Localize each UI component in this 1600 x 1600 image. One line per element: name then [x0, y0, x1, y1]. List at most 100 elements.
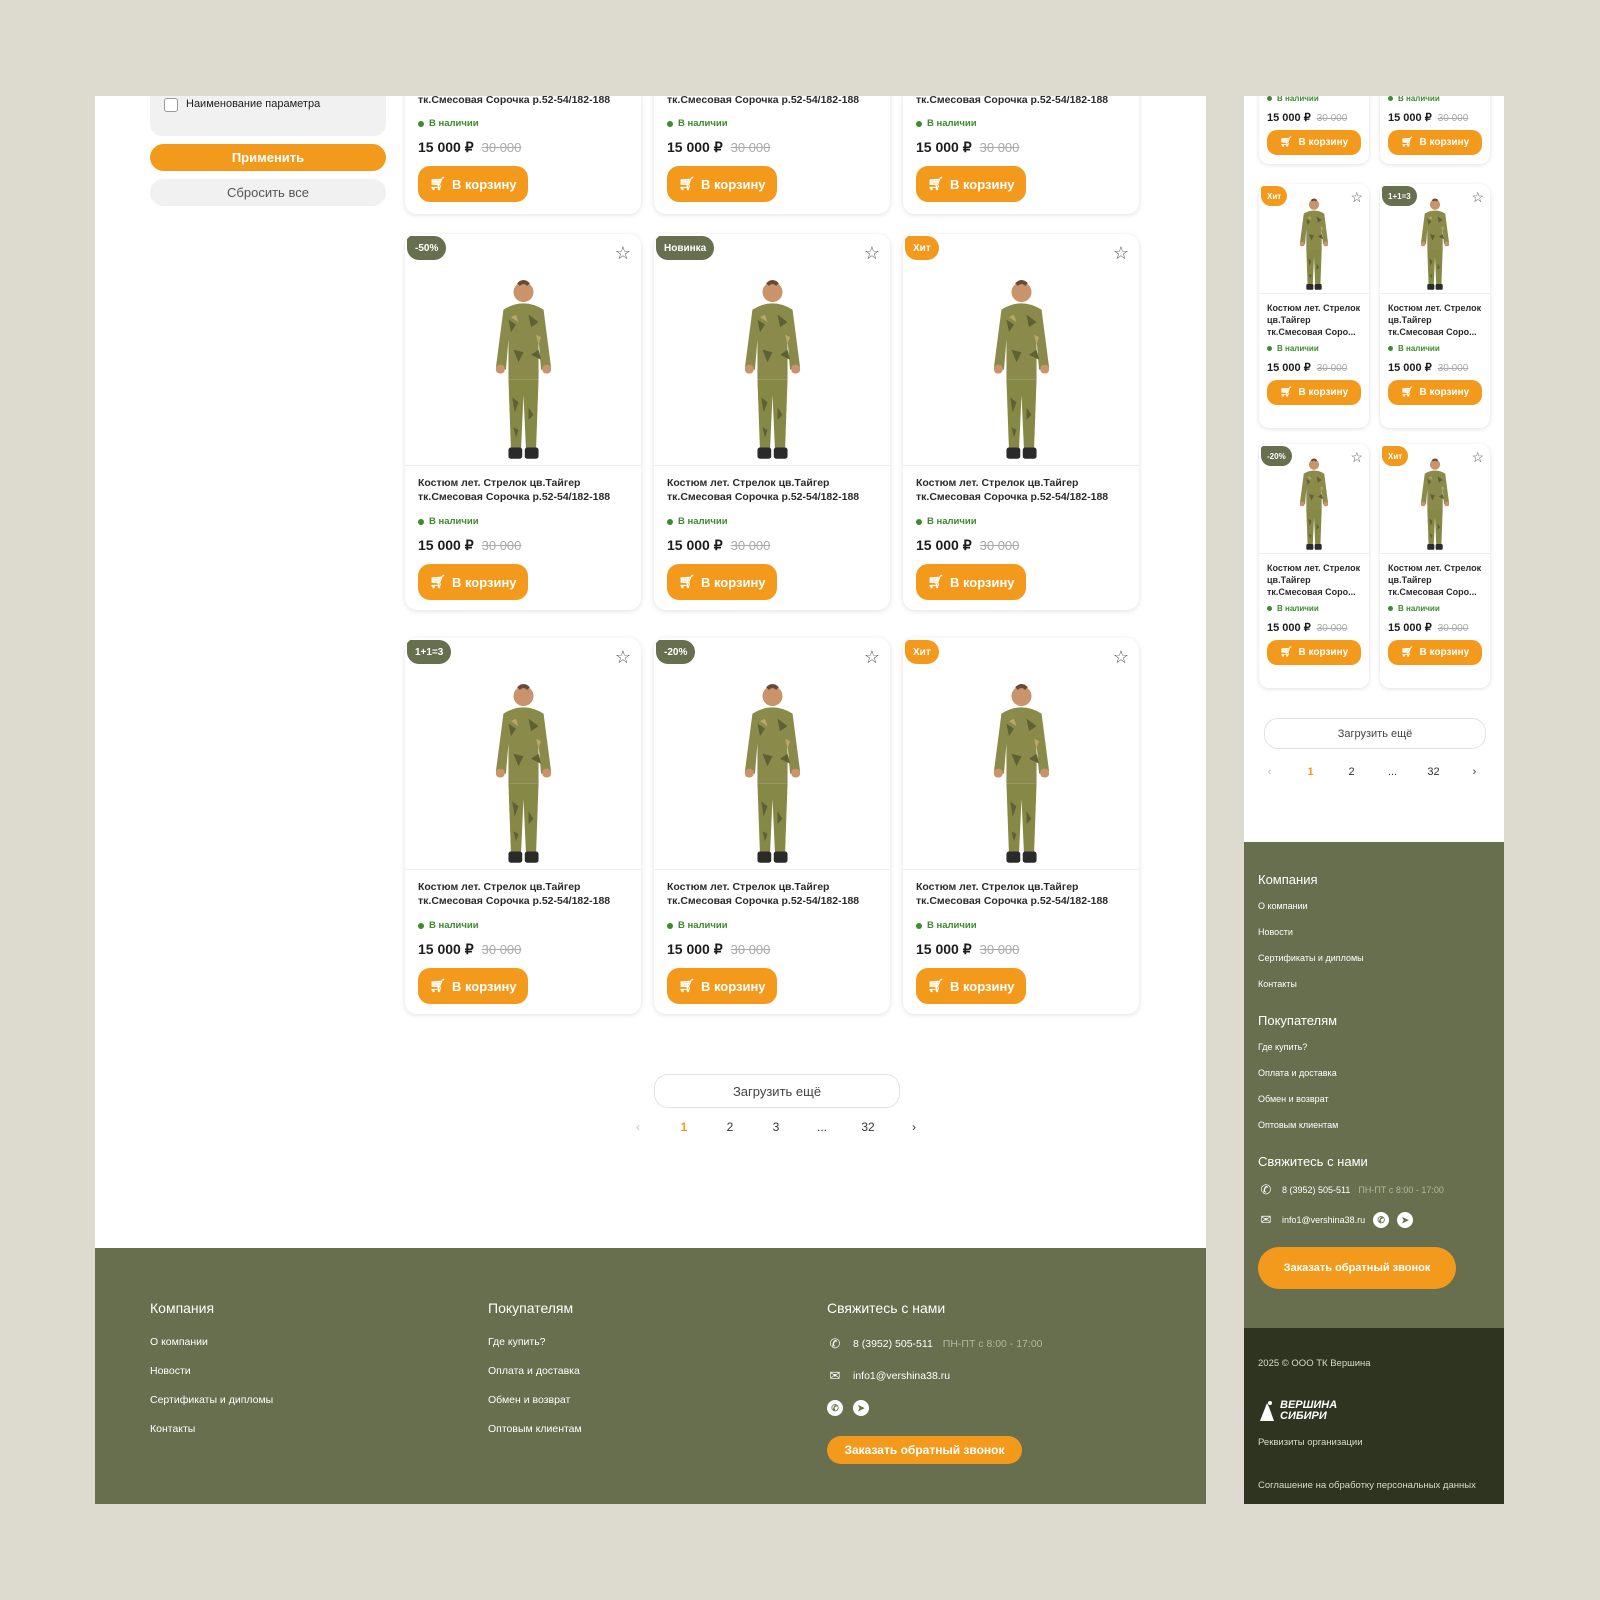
brand-logo[interactable]: ВЕРШИНА СИБИРИ [1258, 1399, 1490, 1423]
product-image-area[interactable]: Новинка ☆ [654, 234, 890, 466]
chevron-right-icon[interactable]: › [1454, 766, 1495, 778]
product-image-area[interactable]: 1+1=3 ☆ [1380, 184, 1490, 294]
product-title[interactable]: Костюм лет. Стрелок цв.Тайгер тк.Смесова… [1380, 554, 1490, 600]
product-title[interactable]: Костюм лет. Стрелок цв.Тайгер тк.Смесова… [405, 466, 641, 508]
product-title[interactable]: Костюм лет. Стрелок цв.Тайгер тк.Смесова… [903, 466, 1139, 508]
product-title[interactable]: тк.Смесовая Сорочка р.52-54/182-188 [654, 96, 890, 107]
agreement-link[interactable]: Соглашение на обработку персональных дан… [1258, 1480, 1490, 1491]
footer-link-news[interactable]: Новости [150, 1357, 273, 1386]
product-image-area[interactable]: Хит ☆ [903, 638, 1139, 870]
footer-email[interactable]: info1@vershina38.ru [1282, 1215, 1365, 1225]
product-title[interactable]: Костюм лет. Стрелок цв.Тайгер тк.Смесова… [654, 466, 890, 508]
footer-phone[interactable]: 8 (3952) 505-511 [853, 1338, 933, 1350]
add-to-cart-button[interactable]: 🛒︎ В корзину [667, 564, 777, 600]
add-to-cart-button[interactable]: 🛒︎ В корзину [667, 166, 777, 202]
checkbox-icon[interactable] [164, 98, 178, 112]
add-to-cart-button[interactable]: 🛒︎ В корзину [1267, 640, 1361, 665]
star-icon[interactable]: ☆ [1113, 244, 1129, 262]
footer-link-wholesale[interactable]: Оптовым клиентам [1258, 1112, 1490, 1138]
footer-link-about[interactable]: О компании [1258, 893, 1490, 919]
footer-link-news[interactable]: Новости [1258, 919, 1490, 945]
page-32[interactable]: 32 [845, 1120, 891, 1134]
whatsapp-icon[interactable]: ✆ [1373, 1212, 1390, 1228]
footer-link-about[interactable]: О компании [150, 1328, 273, 1357]
footer-link-certificates[interactable]: Сертификаты и дипломы [1258, 945, 1490, 971]
chevron-right-icon[interactable]: › [891, 1120, 937, 1134]
add-to-cart-button[interactable]: 🛒︎ В корзину [418, 166, 528, 202]
footer-link-wholesale[interactable]: Оптовым клиентам [488, 1415, 582, 1444]
footer-link-payment[interactable]: Оплата и доставка [1258, 1060, 1490, 1086]
product-card[interactable]: Хит ☆ Костюм лет. Стрелок цв.Тайгер тк.Сме… [903, 638, 1139, 1014]
product-card[interactable]: Хит ☆ Костюм лет. Стрелок цв.Тайгер тк.Сме… [903, 234, 1139, 610]
product-image-area[interactable]: Хит ☆ [1259, 184, 1369, 294]
footer-link-contacts[interactable]: Контакты [150, 1415, 273, 1444]
footer-link-certificates[interactable]: Сертификаты и дипломы [150, 1386, 273, 1415]
footer-link-where-buy[interactable]: Где купить? [1258, 1034, 1490, 1060]
add-to-cart-button[interactable]: 🛒︎ В корзину [418, 968, 528, 1004]
star-icon[interactable]: ☆ [864, 244, 880, 262]
product-card[interactable]: Новинка ☆ Костюм лет. Стрелок цв.Тайгер тк… [654, 234, 890, 610]
product-card[interactable]: -20% ☆ Костюм лет. Стрелок цв.Тайгер тк.См… [1259, 444, 1369, 688]
star-icon[interactable]: ☆ [1113, 648, 1129, 666]
mobile-load-more-button[interactable]: Загрузить ещё [1264, 718, 1486, 749]
whatsapp-icon[interactable]: ✆ [827, 1400, 843, 1416]
add-to-cart-button[interactable]: 🛒︎ В корзину [1388, 130, 1482, 155]
page-2[interactable]: 2 [707, 1120, 753, 1134]
chevron-left-icon[interactable]: ‹ [1249, 766, 1290, 778]
product-title[interactable]: тк.Смесовая Сорочка р.52-54/182-188 [405, 96, 641, 107]
page-32[interactable]: 32 [1413, 766, 1454, 778]
footer-link-contacts[interactable]: Контакты [1258, 971, 1490, 997]
add-to-cart-button[interactable]: 🛒︎ В корзину [916, 564, 1026, 600]
product-card[interactable]: Хит ☆ Костюм лет. Стрелок цв.Тайгер тк.Сме… [1259, 184, 1369, 428]
load-more-button[interactable]: Загрузить ещё [654, 1074, 900, 1108]
product-card[interactable]: 1+1=3 ☆ Костюм лет. Стрелок цв.Тайгер тк.С… [405, 638, 641, 1014]
footer-phone[interactable]: 8 (3952) 505-511 [1282, 1185, 1350, 1195]
footer-link-returns[interactable]: Обмен и возврат [1258, 1086, 1490, 1112]
product-card[interactable]: -20% ☆ Костюм лет. Стрелок цв.Тайгер тк.См… [654, 638, 890, 1014]
add-to-cart-button[interactable]: 🛒︎ В корзину [667, 968, 777, 1004]
add-to-cart-button[interactable]: 🛒︎ В корзину [418, 564, 528, 600]
add-to-cart-button[interactable]: 🛒︎ В корзину [916, 968, 1026, 1004]
product-image-area[interactable]: -50% ☆ [405, 234, 641, 466]
product-card[interactable]: тк.Смесовая Сорочка р.52-54/182-188 В нал… [903, 96, 1139, 214]
star-icon[interactable]: ☆ [1350, 450, 1363, 464]
star-icon[interactable]: ☆ [1471, 450, 1484, 464]
star-icon[interactable]: ☆ [1471, 190, 1484, 204]
product-card[interactable]: Хит ☆ Костюм лет. Стрелок цв.Тайгер тк.Сме… [1380, 444, 1490, 688]
product-image-area[interactable]: -20% ☆ [654, 638, 890, 870]
product-card[interactable]: тк.Смесовая Сорочка р.52-54/182-188 В нал… [405, 96, 641, 214]
footer-email[interactable]: info1@vershina38.ru [853, 1370, 950, 1382]
product-title[interactable]: тк.Смесовая Сорочка р.52-54/182-188 [903, 96, 1139, 107]
chevron-left-icon[interactable]: ‹ [615, 1120, 661, 1134]
product-card[interactable]: 1+1=3 ☆ Костюм лет. Стрелок цв.Тайгер тк.С… [1380, 184, 1490, 428]
telegram-icon[interactable]: ➤ [853, 1400, 869, 1416]
page-3[interactable]: 3 [753, 1120, 799, 1134]
product-title[interactable]: Костюм лет. Стрелок цв.Тайгер тк.Смесова… [1380, 294, 1490, 340]
page-1[interactable]: 1 [1290, 766, 1331, 778]
star-icon[interactable]: ☆ [864, 648, 880, 666]
telegram-icon[interactable]: ➤ [1397, 1212, 1414, 1228]
add-to-cart-button[interactable]: 🛒︎ В корзину [1388, 640, 1482, 665]
reset-button[interactable]: Сбросить все [150, 179, 386, 206]
apply-button[interactable]: Применить [150, 144, 386, 171]
callback-button[interactable]: Заказать обратный звонок [827, 1436, 1022, 1464]
product-title[interactable]: Костюм лет. Стрелок цв.Тайгер тк.Смесова… [1259, 294, 1369, 340]
star-icon[interactable]: ☆ [615, 648, 631, 666]
add-to-cart-button[interactable]: 🛒︎ В корзину [1267, 130, 1361, 155]
star-icon[interactable]: ☆ [615, 244, 631, 262]
product-title[interactable]: Костюм лет. Стрелок цв.Тайгер тк.Смесова… [903, 870, 1139, 912]
product-title[interactable]: Костюм лет. Стрелок цв.Тайгер тк.Смесова… [654, 870, 890, 912]
product-card[interactable]: В наличии 15 000 ₽ 30 000 🛒︎ В корзину [1259, 96, 1369, 164]
footer-link-where-buy[interactable]: Где купить? [488, 1328, 582, 1357]
product-image-area[interactable]: -20% ☆ [1259, 444, 1369, 554]
add-to-cart-button[interactable]: 🛒︎ В корзину [1388, 380, 1482, 405]
star-icon[interactable]: ☆ [1350, 190, 1363, 204]
page-2[interactable]: 2 [1331, 766, 1372, 778]
filter-param-row[interactable]: Наименование параметра [150, 96, 386, 136]
requisites-link[interactable]: Реквизиты организации [1258, 1437, 1490, 1448]
product-title[interactable]: Костюм лет. Стрелок цв.Тайгер тк.Смесова… [1259, 554, 1369, 600]
footer-link-returns[interactable]: Обмен и возврат [488, 1386, 582, 1415]
callback-button[interactable]: Заказать обратный звонок [1258, 1247, 1456, 1289]
footer-link-payment[interactable]: Оплата и доставка [488, 1357, 582, 1386]
add-to-cart-button[interactable]: 🛒︎ В корзину [916, 166, 1026, 202]
